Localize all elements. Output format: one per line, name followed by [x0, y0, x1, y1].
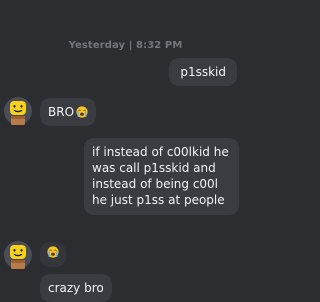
incoming-message-bubble[interactable]: BRO	[40, 98, 97, 126]
message-timestamp: Yesterday | 8:32 PM	[68, 40, 183, 51]
roblox-avatar-icon	[4, 97, 32, 125]
outgoing-message-bubble[interactable]: p1sskid	[169, 58, 237, 86]
message-text: if instead of c00lkid he was call p1sski…	[92, 145, 229, 207]
chat-window: Yesterday | 8:32 PM p1sskid BRO if inste	[0, 0, 251, 302]
message-text: BRO	[48, 105, 75, 119]
incoming-emoji-bubble[interactable]	[40, 242, 66, 267]
loudly-crying-face-icon	[76, 106, 88, 118]
loudly-crying-face-icon	[47, 246, 59, 258]
outgoing-message-bubble[interactable]: if instead of c00lkid he was call p1sski…	[84, 138, 239, 215]
roblox-avatar-icon	[4, 241, 32, 269]
incoming-message-bubble[interactable]: crazy bro	[40, 274, 112, 302]
avatar[interactable]	[4, 240, 32, 270]
message-text: p1sskid	[180, 65, 226, 79]
message-text: crazy bro	[48, 281, 104, 295]
avatar[interactable]	[4, 96, 32, 126]
